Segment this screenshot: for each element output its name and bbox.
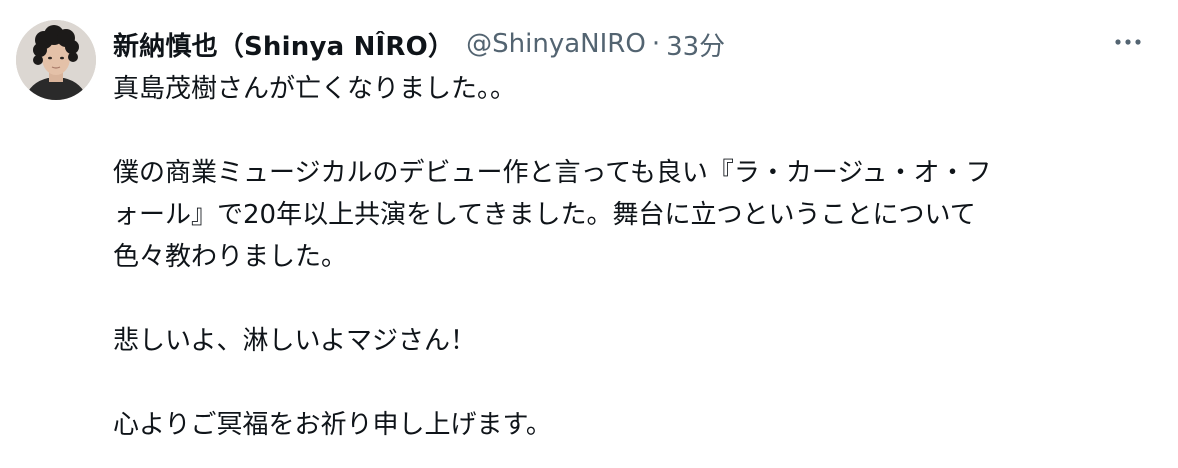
display-name[interactable]: 新納慎也（Shinya NÎRO） <box>113 26 454 63</box>
tweet-line: ォール』で20年以上共演をしてきました。舞台に立つということについて <box>113 200 976 230</box>
tweet-line: 心よりご冥福をお祈り申し上げます。 <box>113 410 552 440</box>
tweet-line: 僕の商業ミュージカルのデビュー作と言っても良い『ラ・カージュ・オ・フ <box>113 158 992 188</box>
more-options-button[interactable] <box>1108 28 1148 56</box>
avatar-image <box>16 20 96 100</box>
timestamp[interactable]: 33分 <box>666 26 725 63</box>
tweet-text: 真島茂樹さんが亡くなりました。。 僕の商業ミュージカルのデビュー作と言っても良い… <box>113 68 1153 446</box>
tweet-header: 新納慎也（Shinya NÎRO） @ShinyaNIRO · 33分 <box>113 24 725 64</box>
more-horizontal-icon <box>1115 39 1141 45</box>
avatar[interactable] <box>16 20 96 100</box>
tweet-line: 悲しいよ、淋しいよマジさん！ <box>113 326 476 356</box>
separator-dot: · <box>651 29 661 59</box>
tweet-line: 色々教わりました。 <box>113 242 348 272</box>
user-handle[interactable]: @ShinyaNIRO <box>466 29 646 59</box>
tweet: 新納慎也（Shinya NÎRO） @ShinyaNIRO · 33分 真島茂樹… <box>0 0 1178 468</box>
tweet-line: 真島茂樹さんが亡くなりました。。 <box>113 74 517 104</box>
